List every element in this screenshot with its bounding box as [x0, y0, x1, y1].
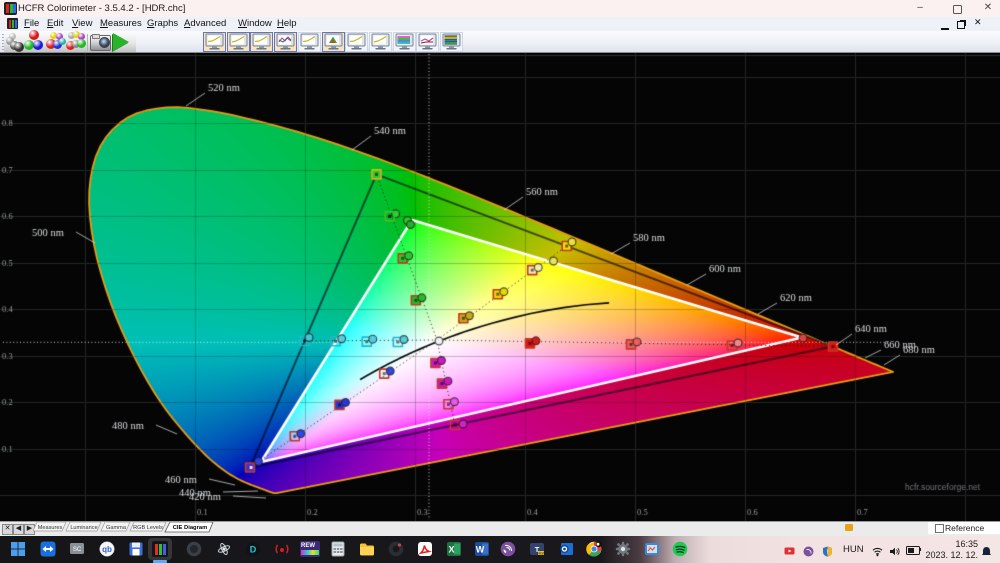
- svg-text:D: D: [250, 545, 257, 555]
- svg-text:Luminance: Luminance: [70, 525, 97, 531]
- svg-text:qb: qb: [102, 545, 112, 554]
- svg-text:Gamma: Gamma: [106, 525, 127, 531]
- svg-text:CIE Diagram: CIE Diagram: [173, 525, 207, 531]
- svg-text:NEW: NEW: [537, 551, 544, 555]
- svg-text:SC: SC: [73, 547, 82, 553]
- svg-text:W: W: [476, 545, 485, 555]
- svg-text:X: X: [448, 545, 454, 555]
- svg-text:RGB Levels: RGB Levels: [133, 525, 163, 531]
- svg-text:Measures: Measures: [38, 525, 63, 531]
